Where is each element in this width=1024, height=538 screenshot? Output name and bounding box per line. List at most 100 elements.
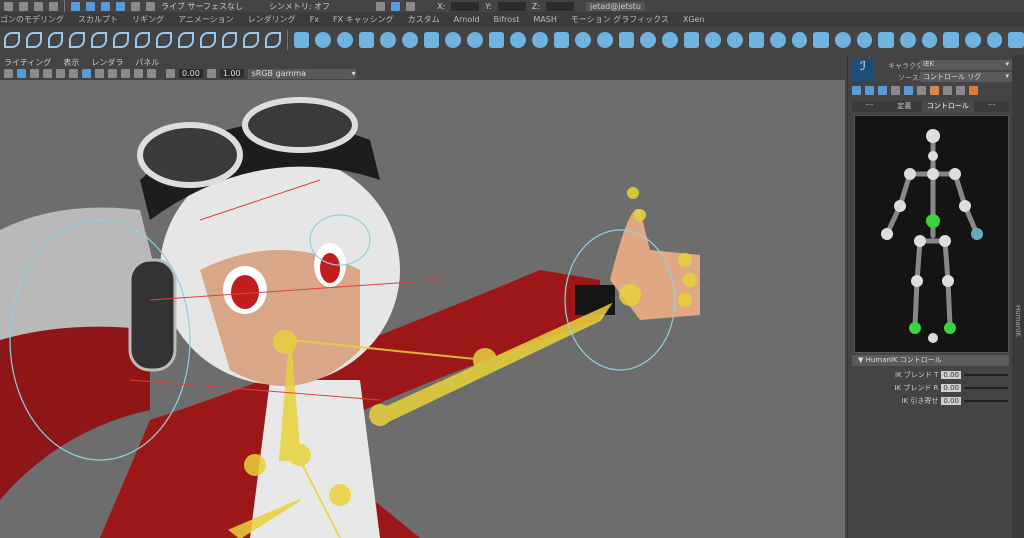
primitive-tool-icon[interactable]	[726, 31, 743, 48]
primitive-tool-icon[interactable]	[748, 31, 765, 48]
wireframe-icon[interactable]	[69, 69, 78, 78]
primitive-tool-icon[interactable]	[1008, 31, 1024, 48]
curve-tool-icon[interactable]	[265, 31, 281, 48]
primitive-tool-icon[interactable]	[900, 31, 916, 48]
primitive-tool-icon[interactable]	[423, 31, 440, 48]
y-field[interactable]	[497, 1, 526, 11]
selection-icon[interactable]	[917, 86, 926, 95]
shelf-tab[interactable]: アニメーション	[178, 14, 234, 25]
primitive-tool-icon[interactable]	[791, 31, 808, 48]
resolution-gate-icon[interactable]	[43, 69, 52, 78]
primitive-tool-icon[interactable]	[683, 31, 700, 48]
curve-tool-icon[interactable]	[243, 31, 259, 48]
redo-icon[interactable]	[49, 1, 58, 11]
primitive-tool-icon[interactable]	[878, 31, 895, 48]
magnet-icon[interactable]	[131, 1, 140, 11]
save-icon[interactable]	[19, 1, 28, 11]
menu-renderer[interactable]: レンダラ	[91, 57, 123, 68]
tab[interactable]: ---	[974, 101, 1009, 112]
curve-tool-icon[interactable]	[69, 31, 85, 48]
ik-blend-t-slider[interactable]: IK ブレンド T 0.00	[868, 370, 1008, 380]
xray-icon[interactable]	[147, 69, 156, 78]
shelf-tab[interactable]: カスタム	[408, 14, 440, 25]
menu-lighting[interactable]: ライティング	[4, 57, 51, 68]
fk-icon[interactable]	[852, 86, 861, 95]
primitive-tool-icon[interactable]	[640, 31, 656, 48]
shelf-tab[interactable]: スカルプト	[78, 14, 118, 25]
curve-tool-icon[interactable]	[25, 31, 42, 48]
render-settings-icon[interactable]	[406, 1, 416, 11]
menu-panels[interactable]: パネル	[135, 57, 159, 68]
shadows-icon[interactable]	[121, 69, 130, 78]
pin-icon[interactable]	[878, 86, 887, 95]
primitive-tool-icon[interactable]	[943, 31, 960, 48]
shelf-tab[interactable]: XGen	[683, 15, 705, 24]
primitive-tool-icon[interactable]	[337, 31, 353, 48]
primitive-tool-icon[interactable]	[813, 31, 830, 48]
humanik-skeleton-view[interactable]	[854, 115, 1009, 353]
gamma-field[interactable]: 1.00	[219, 69, 244, 78]
tab-definition[interactable]: 定義	[887, 101, 922, 112]
curve-tool-icon[interactable]	[134, 31, 151, 48]
full-body-icon[interactable]	[891, 86, 900, 95]
isolate-icon[interactable]	[134, 69, 143, 78]
color-space-dropdown[interactable]: sRGB gamma ▾	[247, 68, 356, 79]
primitive-tool-icon[interactable]	[618, 31, 635, 48]
select-tool-icon[interactable]	[71, 1, 80, 11]
camera-icon[interactable]	[4, 69, 13, 78]
primitive-tool-icon[interactable]	[661, 31, 678, 48]
z-field[interactable]	[545, 1, 574, 11]
primitive-tool-icon[interactable]	[293, 31, 310, 48]
curve-tool-icon[interactable]	[112, 31, 129, 48]
primitive-tool-icon[interactable]	[358, 31, 375, 48]
body-part-icon[interactable]	[904, 86, 913, 95]
shelf-tab[interactable]: モーション グラフィックス	[571, 14, 669, 25]
primitive-tool-icon[interactable]	[380, 31, 397, 48]
primitive-tool-icon[interactable]	[402, 31, 418, 48]
primitive-tool-icon[interactable]	[466, 31, 483, 48]
tab-humanik[interactable]: HumanIK	[1014, 305, 1022, 337]
curve-tool-icon[interactable]	[91, 31, 107, 48]
reset-icon[interactable]	[943, 86, 952, 95]
curve-tool-icon[interactable]	[221, 31, 238, 48]
curve-tool-icon[interactable]	[47, 31, 64, 48]
snap-icon[interactable]	[86, 1, 95, 11]
exposure-field[interactable]: 0.00	[179, 69, 203, 78]
ik-pull-slider[interactable]: IK 引き寄せ 0.00	[868, 396, 1008, 406]
shelf-tab[interactable]: Bifrost	[494, 15, 520, 24]
frame-icon[interactable]	[30, 69, 39, 78]
shelf-tab[interactable]: MASH	[533, 15, 556, 24]
smooth-shade-icon[interactable]	[82, 69, 91, 78]
symmetry-dropdown[interactable]: シンメトリ: オフ	[269, 1, 330, 12]
primitive-tool-icon[interactable]	[553, 31, 570, 48]
primitive-tool-icon[interactable]	[596, 31, 613, 48]
curve-tool-icon[interactable]	[178, 31, 194, 48]
menu-show[interactable]: 表示	[63, 57, 79, 68]
textured-icon[interactable]	[95, 69, 104, 78]
render-icon[interactable]	[376, 1, 386, 11]
shelf-tab[interactable]: FX キャッシング	[333, 14, 394, 25]
primitive-tool-icon[interactable]	[315, 31, 332, 48]
primitive-tool-icon[interactable]	[575, 31, 591, 48]
shelf-tab[interactable]: Arnold	[454, 15, 480, 24]
primitive-tool-icon[interactable]	[835, 31, 851, 48]
key-icon[interactable]	[930, 86, 939, 95]
primitive-tool-icon[interactable]	[965, 31, 981, 48]
shelf-tab[interactable]: レンダリング	[248, 14, 296, 25]
primitive-tool-icon[interactable]	[986, 31, 1003, 48]
curve-tool-icon[interactable]	[199, 31, 216, 48]
primitive-tool-icon[interactable]	[921, 31, 938, 48]
grid-icon[interactable]	[17, 69, 26, 78]
wrist-effector[interactable]	[971, 228, 983, 240]
ipr-render-icon[interactable]	[391, 1, 401, 11]
user-account-button[interactable]: jetad@jetstu	[585, 1, 645, 11]
lights-icon[interactable]	[108, 69, 117, 78]
ik-icon[interactable]	[865, 86, 874, 95]
viewport[interactable]	[0, 80, 845, 538]
curve-tool-icon[interactable]	[156, 31, 172, 48]
hips-effector[interactable]	[926, 214, 940, 228]
snap-icon[interactable]	[101, 1, 110, 11]
undo-icon[interactable]	[34, 1, 43, 11]
new-scene-icon[interactable]	[4, 1, 13, 11]
shelf-tab[interactable]: リギング	[132, 14, 164, 25]
